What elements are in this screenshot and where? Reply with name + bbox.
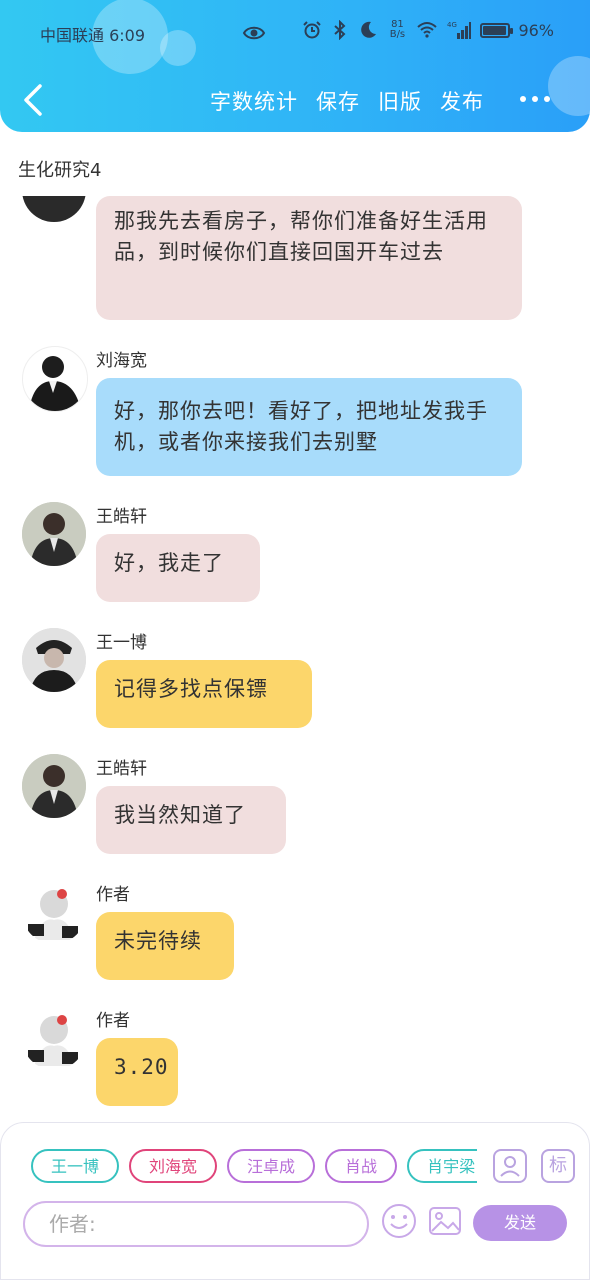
signal-type-label: 4G — [447, 21, 457, 29]
avatar-portrait — [22, 754, 86, 818]
message-text: 好，那你去吧！看好了，把地址发我手机，或者你来接我们去别墅 — [114, 399, 488, 454]
avatar-portrait — [29, 356, 81, 411]
avatar-portrait — [22, 502, 86, 566]
old-version-button[interactable]: 旧版 — [378, 86, 422, 116]
message-bubble[interactable]: 我当然知道了 — [96, 786, 286, 854]
message-bubble[interactable]: 好，我走了 — [96, 534, 260, 602]
wifi-icon — [417, 22, 438, 38]
net-speed: 81 B/s — [386, 20, 408, 40]
character-chip[interactable]: 王一博 — [31, 1149, 120, 1183]
character-chip[interactable]: 肖战 — [325, 1149, 398, 1183]
sender-name: 刘海宽 — [96, 351, 147, 371]
character-chip[interactable]: 汪卓成 — [227, 1149, 316, 1183]
avatar-portrait — [22, 1006, 86, 1070]
message-text: 未完待续 — [114, 929, 202, 953]
avatar-portrait — [22, 628, 86, 692]
composer-panel: 王一博刘海宽汪卓成肖战肖宇梁 标 发送 — [0, 1122, 590, 1280]
person-icon — [500, 1156, 520, 1177]
battery-icon — [480, 22, 514, 38]
battery-percent: 96% — [518, 20, 554, 40]
carrier-time: 中国联通 6:09 — [40, 26, 146, 45]
tag-button[interactable]: 标 — [541, 1149, 575, 1183]
message-bubble[interactable]: 3.20 — [96, 1038, 178, 1106]
message-bubble[interactable]: 那我先去看房子，帮你们准备好生活用品，到时候你们直接回国开车过去 — [96, 196, 522, 320]
message-text: 3.20 — [114, 1055, 169, 1079]
avatar[interactable] — [22, 502, 86, 566]
avatar[interactable] — [22, 628, 86, 692]
battery-fill — [483, 25, 507, 35]
message-input[interactable] — [47, 1203, 351, 1245]
eye-icon — [242, 26, 266, 40]
chat-list: 那我先去看房子，帮你们准备好生活用品，到时候你们直接回国开车过去 刘海宽 好，那… — [0, 196, 590, 1116]
message-text: 好，我走了 — [114, 551, 224, 575]
app-header: 中国联通 6:09 81 B/s 4G 96% 字数统计 保存 旧版 发布 — [0, 0, 590, 132]
message-bubble[interactable]: 未完待续 — [96, 912, 234, 980]
send-button[interactable]: 发送 — [473, 1205, 567, 1241]
message-bubble[interactable]: 记得多找点保镖 — [96, 660, 312, 728]
nav-actions: 字数统计 保存 旧版 发布 — [210, 86, 484, 116]
character-manage-button[interactable] — [493, 1149, 527, 1183]
avatar[interactable] — [22, 196, 86, 222]
image-icon[interactable] — [427, 1203, 463, 1239]
sender-name: 作者 — [96, 1011, 130, 1031]
status-bar: 中国联通 6:09 81 B/s 4G 96% — [0, 0, 590, 66]
sender-name: 王皓轩 — [96, 507, 147, 527]
character-chip[interactable]: 肖宇梁 — [407, 1149, 477, 1183]
message-text: 我当然知道了 — [114, 803, 246, 827]
more-menu-icon[interactable] — [520, 96, 550, 102]
emoji-icon[interactable] — [381, 1203, 417, 1239]
alarm-icon — [303, 21, 322, 39]
avatar[interactable] — [22, 754, 86, 818]
publish-button[interactable]: 发布 — [440, 86, 484, 116]
sender-name: 王一博 — [96, 633, 147, 653]
avatar[interactable] — [22, 346, 88, 412]
avatar[interactable] — [22, 1006, 86, 1070]
bluetooth-icon — [334, 20, 346, 40]
sender-name: 王皓轩 — [96, 759, 147, 779]
sender-name: 作者 — [96, 885, 130, 905]
character-chip[interactable]: 刘海宽 — [129, 1149, 218, 1183]
status-icons: 81 B/s 4G 96% — [302, 20, 554, 40]
message-text: 记得多找点保镖 — [114, 677, 268, 701]
back-arrow-icon[interactable] — [20, 82, 50, 118]
document-title: 生化研究4 — [18, 160, 102, 181]
message-text: 那我先去看房子，帮你们准备好生活用品，到时候你们直接回国开车过去 — [114, 209, 488, 264]
signal-icon: 4G — [447, 21, 472, 39]
message-bubble[interactable]: 好，那你去吧！看好了，把地址发我手机，或者你来接我们去别墅 — [96, 378, 522, 476]
net-speed-unit: B/s — [389, 29, 406, 40]
avatar[interactable] — [22, 880, 86, 944]
character-selector: 王一博 刘海宽 汪卓成 肖战 肖宇梁 — [31, 1149, 477, 1187]
avatar-portrait — [22, 880, 86, 944]
word-count-button[interactable]: 字数统计 — [210, 86, 298, 116]
message-input-wrapper — [23, 1201, 369, 1247]
nav-bar: 字数统计 保存 旧版 发布 — [0, 70, 590, 130]
save-button[interactable]: 保存 — [316, 86, 360, 116]
moon-icon — [361, 21, 377, 38]
